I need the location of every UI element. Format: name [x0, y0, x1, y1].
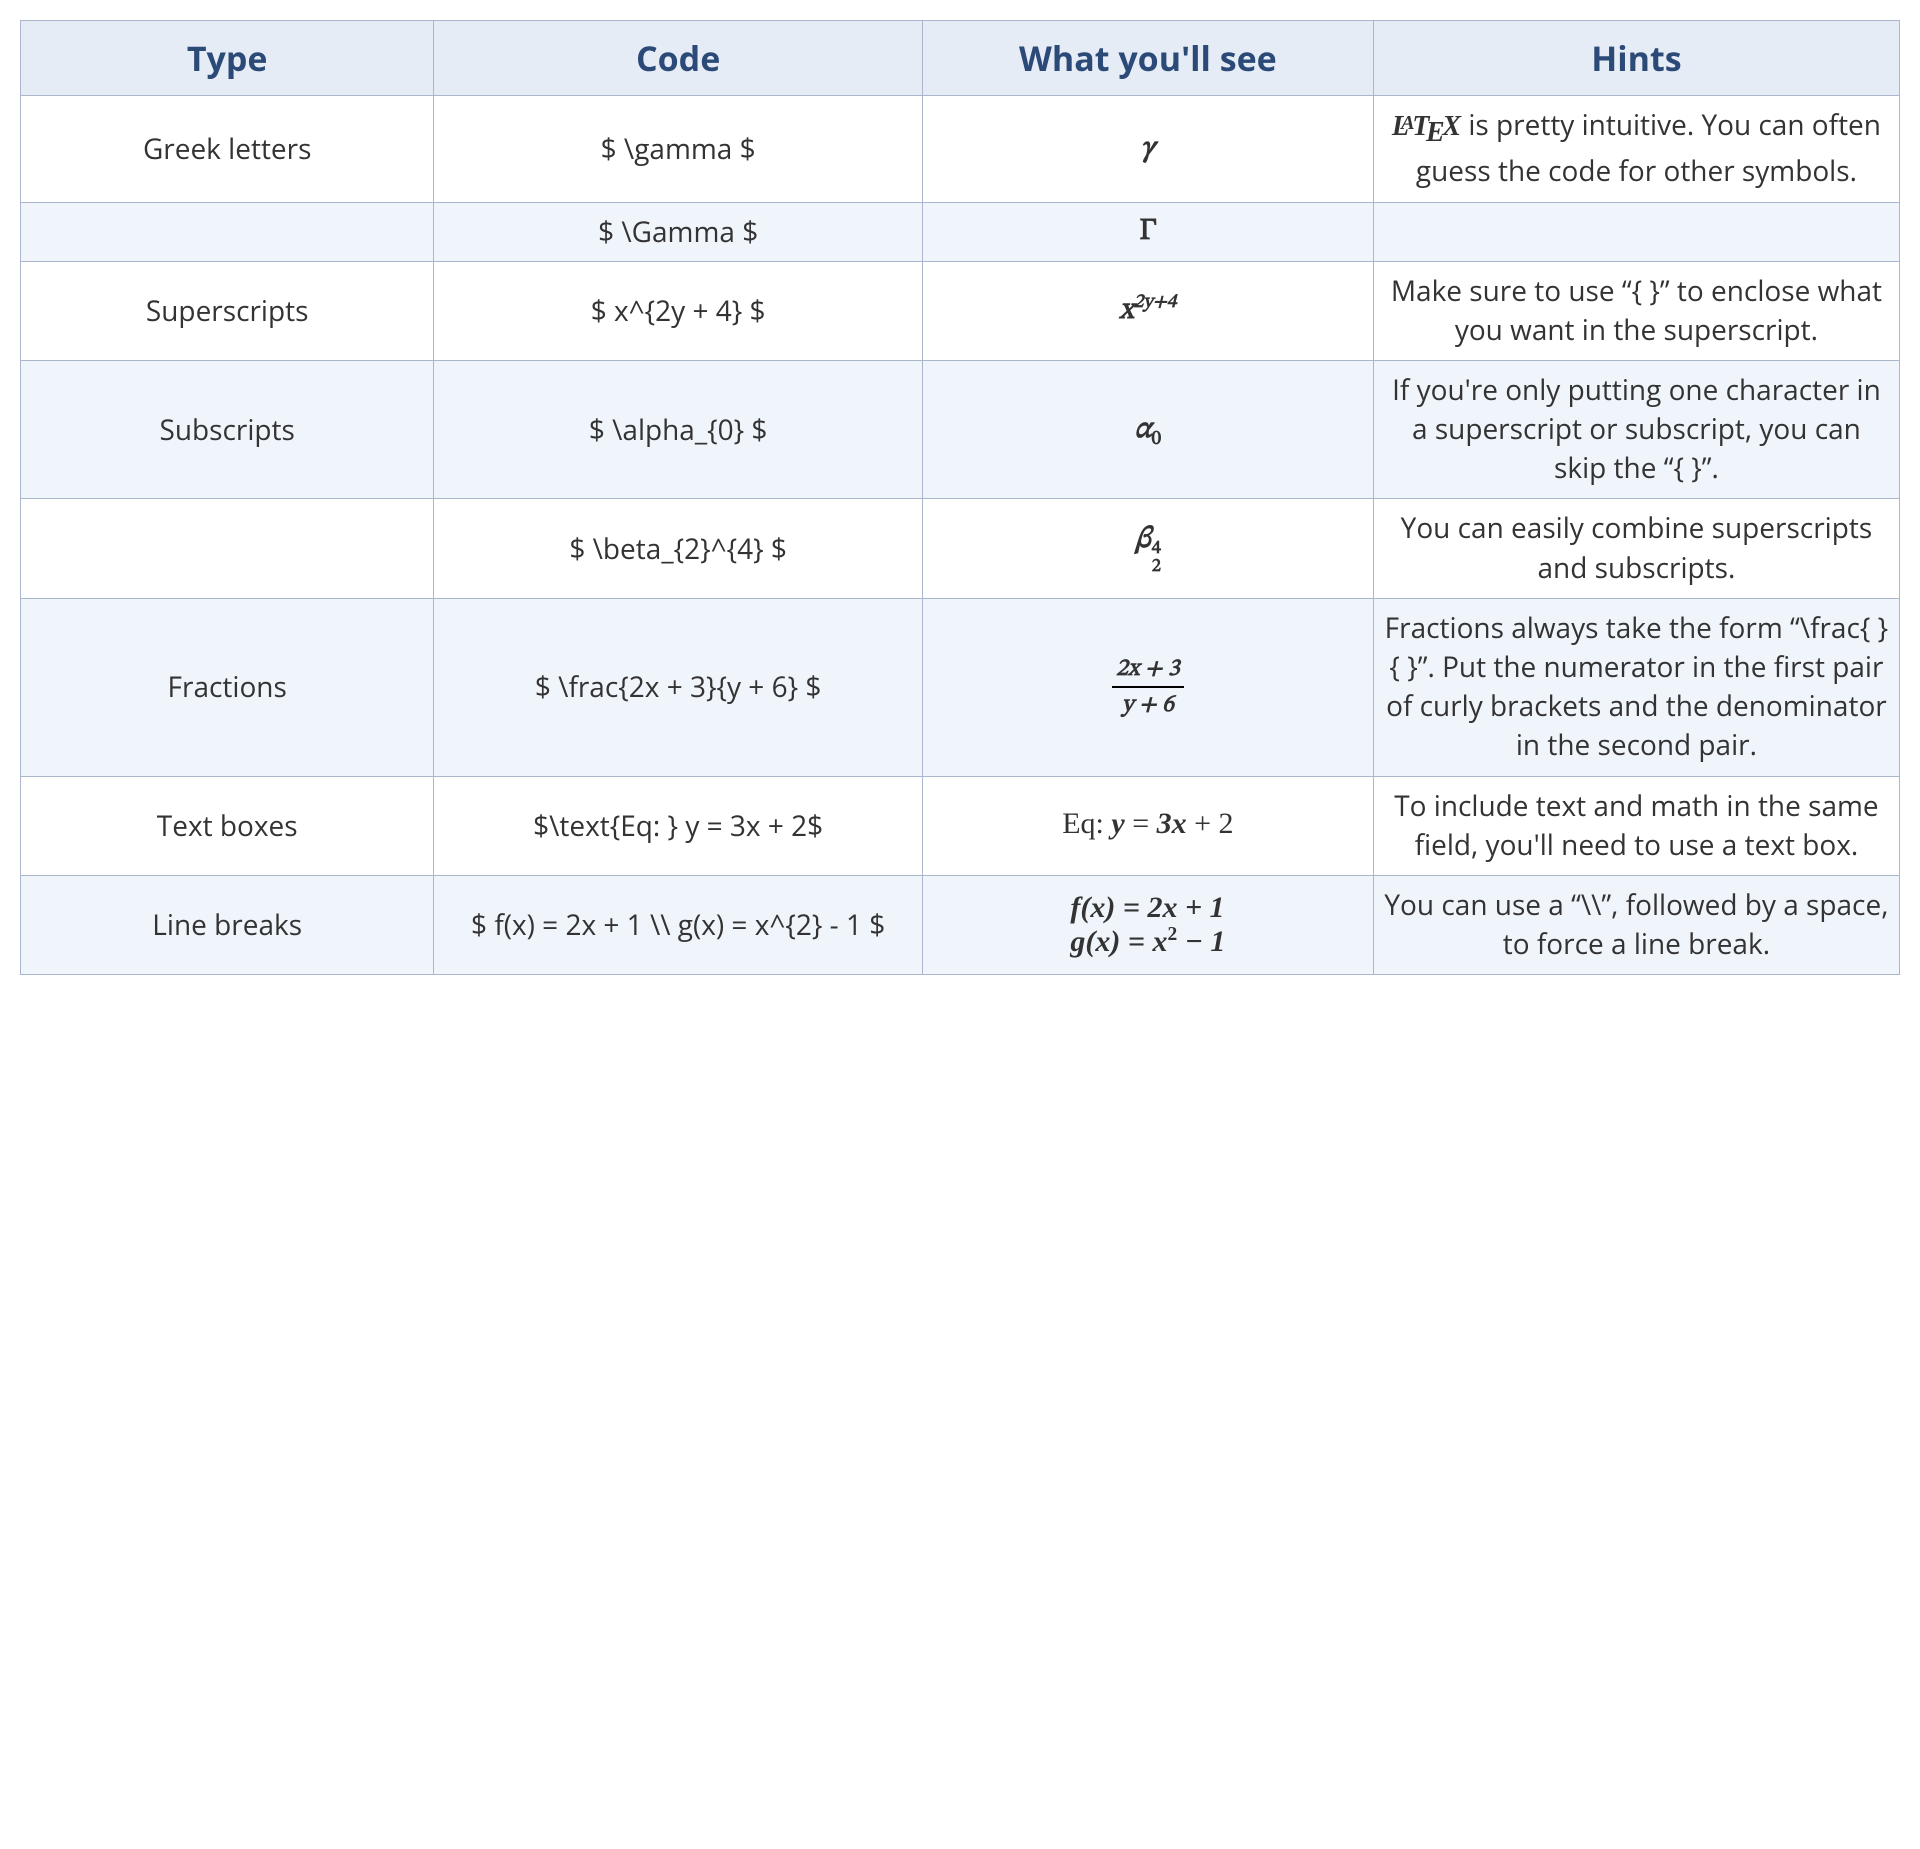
cell-hint: You can easily combine superscripts and …: [1373, 499, 1899, 598]
line2-post: − 1: [1177, 925, 1225, 958]
cell-hint: If you're only putting one character in …: [1373, 360, 1899, 499]
line2-sup: 2: [1167, 924, 1177, 945]
cell-rendered: Eq: y = 3x + 2: [922, 776, 1373, 875]
math-gamma-upper: Γ: [1139, 217, 1156, 247]
cell-type: [21, 202, 434, 261]
cell-hint: You can use a “\\”, followed by a space,…: [1373, 875, 1899, 974]
cell-rendered: x2y+4: [922, 261, 1373, 360]
math-text-eq: Eq: y = 3x + 2: [1062, 807, 1233, 840]
fraction-denominator: y + 6: [1112, 688, 1184, 720]
cell-rendered: Γ: [922, 202, 1373, 261]
cell-rendered: γ: [922, 96, 1373, 203]
cell-type: Fractions: [21, 598, 434, 776]
table-row: Subscripts $ \alpha_{0} $ α0 If you're o…: [21, 360, 1900, 499]
cell-code: $ \gamma $: [434, 96, 923, 203]
hint-text: is pretty intuitive. You can often guess…: [1416, 106, 1881, 190]
cell-hint: [1373, 202, 1899, 261]
table-row: $ \Gamma $ Γ: [21, 202, 1900, 261]
table-row: Superscripts $ x^{2y + 4} $ x2y+4 Make s…: [21, 261, 1900, 360]
cell-code: $ \alpha_{0} $: [434, 360, 923, 499]
header-code: Code: [434, 21, 923, 96]
latex-reference-table: Type Code What you'll see Hints Greek le…: [20, 20, 1900, 975]
cell-hint: To include text and math in the same fie…: [1373, 776, 1899, 875]
cell-type: Text boxes: [21, 776, 434, 875]
cell-hint: Fractions always take the form “\frac{ }…: [1373, 598, 1899, 776]
cell-code: $ f(x) = 2x + 1 \\ g(x) = x^{2} - 1 $: [434, 875, 923, 974]
cell-rendered: f(x) = 2x + 1 g(x) = x2 − 1: [922, 875, 1373, 974]
math-subscript: α0: [1135, 415, 1162, 445]
cell-rendered: α0: [922, 360, 1373, 499]
cell-rendered: β42: [922, 499, 1373, 598]
math-superscript: x2y+4: [1119, 296, 1176, 326]
cell-hint: Make sure to use “{ }” to enclose what y…: [1373, 261, 1899, 360]
math-gamma-lower: γ: [1141, 134, 1155, 164]
cell-type: Greek letters: [21, 96, 434, 203]
cell-type: Superscripts: [21, 261, 434, 360]
math-line-2: g(x) = x2 − 1: [1070, 925, 1225, 959]
eq-term-3x: 3x: [1157, 807, 1187, 840]
cell-code: $\text{Eq: } y = 3x + 2$: [434, 776, 923, 875]
cell-type: [21, 499, 434, 598]
header-hints: Hints: [1373, 21, 1899, 96]
math-fraction: 2x + 3 y + 6: [1112, 654, 1184, 720]
eq-var-y: y: [1111, 807, 1124, 840]
line2-pre: g(x) = x: [1070, 925, 1167, 958]
table-row: Line breaks $ f(x) = 2x + 1 \\ g(x) = x^…: [21, 875, 1900, 974]
cell-rendered: 2x + 3 y + 6: [922, 598, 1373, 776]
header-type: Type: [21, 21, 434, 96]
table-row: $ \beta_{2}^{4} $ β42 You can easily com…: [21, 499, 1900, 598]
table-row: Greek letters $ \gamma $ γ LATEX is pret…: [21, 96, 1900, 203]
math-beta-supsub: β42: [1135, 525, 1161, 555]
eq-term-plus2: + 2: [1187, 807, 1234, 840]
eq-equals: =: [1125, 807, 1157, 840]
fraction-numerator: 2x + 3: [1112, 654, 1184, 688]
math-multiline: f(x) = 2x + 1 g(x) = x2 − 1: [1070, 891, 1225, 959]
latex-logo: LATEX: [1392, 107, 1461, 152]
cell-code: $ x^{2y + 4} $: [434, 261, 923, 360]
cell-hint: LATEX is pretty intuitive. You can often…: [1373, 96, 1899, 203]
math-line-1: f(x) = 2x + 1: [1070, 891, 1225, 925]
eq-text-label: Eq:: [1062, 807, 1111, 840]
table-header-row: Type Code What you'll see Hints: [21, 21, 1900, 96]
cell-code: $ \Gamma $: [434, 202, 923, 261]
table-row: Text boxes $\text{Eq: } y = 3x + 2$ Eq: …: [21, 776, 1900, 875]
cell-type: Line breaks: [21, 875, 434, 974]
table-row: Fractions $ \frac{2x + 3}{y + 6} $ 2x + …: [21, 598, 1900, 776]
header-see: What you'll see: [922, 21, 1373, 96]
cell-type: Subscripts: [21, 360, 434, 499]
cell-code: $ \frac{2x + 3}{y + 6} $: [434, 598, 923, 776]
cell-code: $ \beta_{2}^{4} $: [434, 499, 923, 598]
